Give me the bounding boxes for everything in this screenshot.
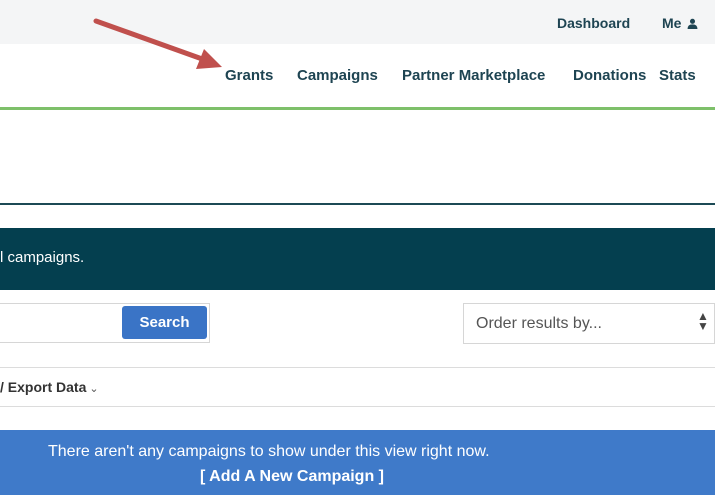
search-button[interactable]: Search <box>122 306 207 339</box>
filter-divider <box>0 367 715 368</box>
nav-divider <box>0 107 715 110</box>
me-label: Me <box>662 15 682 31</box>
sort-arrows-icon: ▲ ▼ <box>697 309 709 333</box>
nav-stats[interactable]: Stats <box>659 67 696 84</box>
main-navigation: Grants Campaigns Partner Marketplace Don… <box>0 44 715 108</box>
export-data-menu[interactable]: / Export Data ⌄ <box>0 379 99 395</box>
user-icon <box>687 18 698 29</box>
order-placeholder: Order results by... <box>476 315 602 332</box>
export-divider <box>0 406 715 407</box>
section-divider <box>0 203 715 205</box>
nav-partner-marketplace[interactable]: Partner Marketplace <box>402 67 545 84</box>
export-label: / Export Data <box>0 379 87 395</box>
banner-text: l campaigns. <box>0 249 85 266</box>
empty-state-message: There aren't any campaigns to show under… <box>48 443 490 460</box>
top-utility-bar: Dashboard Me <box>0 0 715 44</box>
me-menu[interactable]: Me <box>662 15 698 31</box>
dashboard-link[interactable]: Dashboard <box>557 15 630 31</box>
order-results-select[interactable]: Order results by... ▲ ▼ <box>463 303 715 344</box>
empty-state-panel: There aren't any campaigns to show under… <box>0 430 715 495</box>
info-banner: l campaigns. <box>0 228 715 290</box>
nav-campaigns[interactable]: Campaigns <box>297 67 378 84</box>
add-campaign-link[interactable]: [ Add A New Campaign ] <box>200 468 384 486</box>
nav-donations[interactable]: Donations <box>573 67 646 84</box>
chevron-down-icon: ⌄ <box>89 383 99 395</box>
nav-grants[interactable]: Grants <box>225 67 273 84</box>
